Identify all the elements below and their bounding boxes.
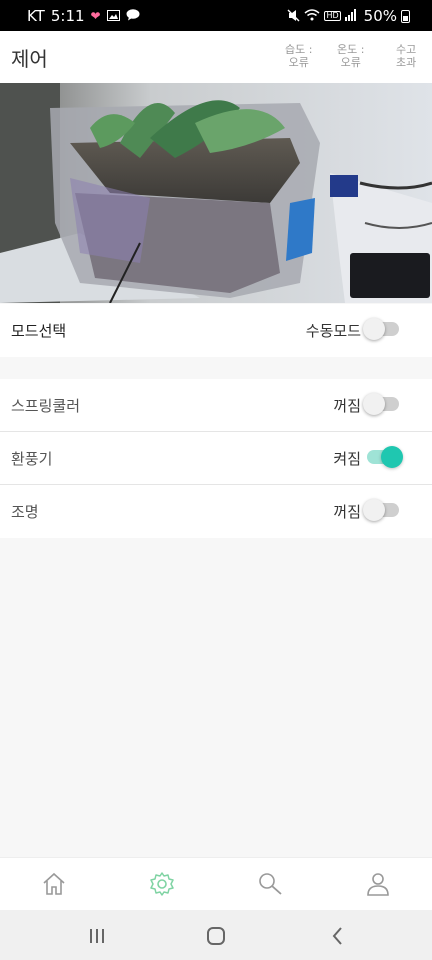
fan-toggle[interactable] — [367, 446, 403, 468]
wifi-icon — [304, 9, 320, 23]
carrier-text: KT — [27, 7, 45, 25]
light-toggle[interactable] — [363, 499, 399, 521]
water-level-readout: 수고 초과 — [396, 43, 416, 69]
sprinkler-toggle[interactable] — [363, 393, 399, 415]
heart-icon: ❤ — [90, 9, 101, 23]
toggle-knob — [363, 393, 385, 415]
mode-state: 수동모드 — [305, 322, 361, 340]
device-row-sprinkler: 스프링쿨러 꺼짐 — [0, 379, 432, 432]
toggle-knob — [363, 318, 385, 340]
user-icon — [367, 873, 389, 896]
nav-search[interactable] — [256, 870, 284, 898]
device-section: 스프링쿨러 꺼짐 환풍기 켜짐 조명 꺼짐 — [0, 379, 432, 538]
back-icon — [332, 927, 342, 945]
light-label: 조명 — [11, 503, 39, 521]
device-row-light: 조명 꺼짐 — [0, 485, 432, 538]
image-icon — [106, 9, 120, 23]
home-icon — [43, 872, 65, 895]
humidity-readout: 습도 : 오류 — [285, 43, 312, 69]
temperature-readout: 온도 : 오류 — [337, 43, 364, 69]
water-level-label: 수고 — [396, 43, 417, 56]
light-state: 꺼짐 — [333, 503, 361, 521]
mode-section: 모드선택 수동모드 — [0, 304, 432, 357]
nav-profile[interactable] — [364, 870, 392, 898]
hd-icon: HD — [324, 11, 341, 21]
recent-apps-icon — [90, 929, 104, 943]
app-header: 제어 습도 : 오류 온도 : 오류 수고 초과 — [0, 31, 432, 84]
nav-settings[interactable] — [148, 870, 176, 898]
back-button[interactable] — [327, 925, 349, 947]
bottom-nav — [0, 857, 432, 910]
page-title: 제어 — [11, 47, 48, 71]
camera-feed — [0, 83, 432, 303]
sprinkler-state: 꺼짐 — [333, 397, 361, 415]
status-bar: KT 5:11 ❤ HD 50% — [0, 0, 432, 31]
device-row-fan: 환풍기 켜짐 — [0, 432, 432, 485]
signal-icon — [344, 9, 357, 23]
system-nav-bar — [0, 910, 432, 960]
recent-apps-button[interactable] — [86, 925, 108, 947]
mode-label: 모드선택 — [11, 322, 67, 340]
mode-row: 모드선택 수동모드 — [0, 304, 432, 357]
search-icon — [259, 873, 282, 895]
gear-icon — [150, 872, 174, 896]
temperature-value: 오류 — [340, 56, 361, 69]
humidity-label: 습도 : — [285, 43, 313, 56]
battery-icon — [401, 9, 410, 23]
humidity-value: 오류 — [288, 56, 309, 69]
sprinkler-label: 스프링쿨러 — [11, 397, 81, 415]
camera-image — [0, 83, 432, 303]
toggle-knob — [381, 446, 403, 468]
home-square-icon — [207, 927, 225, 945]
time-text: 5:11 — [50, 7, 85, 25]
nav-home[interactable] — [40, 870, 68, 898]
fan-state: 켜짐 — [333, 450, 361, 468]
toggle-knob — [363, 499, 385, 521]
battery-text: 50% — [363, 7, 397, 25]
temperature-label: 온도 : — [337, 43, 365, 56]
mute-icon — [287, 9, 300, 24]
talk-icon — [126, 9, 140, 23]
water-level-value: 초과 — [396, 56, 417, 69]
fan-label: 환풍기 — [11, 450, 53, 468]
home-button[interactable] — [205, 925, 227, 947]
mode-toggle[interactable] — [363, 318, 399, 340]
